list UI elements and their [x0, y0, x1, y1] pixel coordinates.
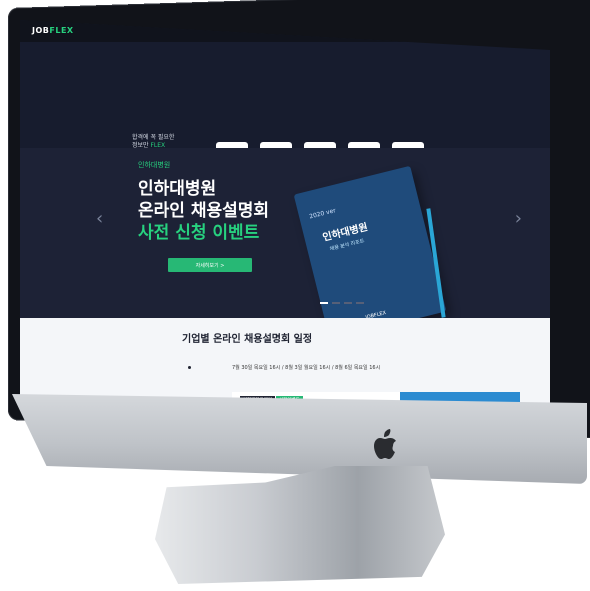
site-logo[interactable]: JOBFLEX	[32, 26, 74, 35]
imac-device: JOBFLEX 합격에 꼭 필요한 정보만 FLEX SUDDENO visan…	[0, 0, 590, 591]
hero-title: 인하대병원 온라인 채용설명회 사전 신청 이벤트	[138, 178, 269, 244]
carousel-dot[interactable]	[356, 302, 364, 304]
hero-badge: 인하대병원	[138, 161, 171, 169]
carousel-dot[interactable]	[344, 302, 352, 304]
tagline-line1: 합격에 꼭 필요한	[132, 134, 175, 141]
partner-strip: 합격에 꼭 필요한 정보만 FLEX SUDDENO visang MOSS 🔵…	[20, 70, 550, 186]
carousel-dot[interactable]	[332, 302, 340, 304]
hero-banner: ‹ › 인하대병원 인하대병원 온라인 채용설명회 사전 신청 이벤트 자세히보…	[20, 148, 550, 341]
carousel-dot[interactable]	[320, 302, 328, 304]
schedule-text: 7월 30일 목요일 16시 / 8월 3일 월요일 16시 / 8월 6일 목…	[232, 365, 381, 371]
monitor-stand	[155, 466, 445, 584]
logo-main: JOB	[32, 26, 50, 35]
prev-arrow-icon[interactable]: ‹	[96, 208, 103, 229]
report-book-image: 2020 ver 인하대병원 채용 분석 리포트 JOBFLEX	[293, 165, 447, 341]
hero-title-line2: 온라인 채용설명회	[138, 201, 270, 221]
bullet	[188, 366, 191, 369]
monitor-chin	[12, 394, 587, 484]
apple-logo-icon	[374, 429, 396, 459]
hero-title-line3: 사전 신청 이벤트	[138, 223, 260, 243]
book-label: 2020 ver	[308, 207, 337, 221]
hero-title-line1: 인하대병원	[138, 179, 217, 199]
screen: JOBFLEX 합격에 꼭 필요한 정보만 FLEX SUDDENO visan…	[20, 20, 550, 410]
carousel-indicators	[320, 302, 364, 304]
section-title: 기업별 온라인 채용설명회 일정	[182, 334, 313, 345]
next-arrow-icon[interactable]: ›	[515, 208, 522, 229]
logo-accent: FLEX	[49, 26, 74, 35]
hero-cta-button[interactable]: 자세히보기 >	[168, 258, 252, 272]
